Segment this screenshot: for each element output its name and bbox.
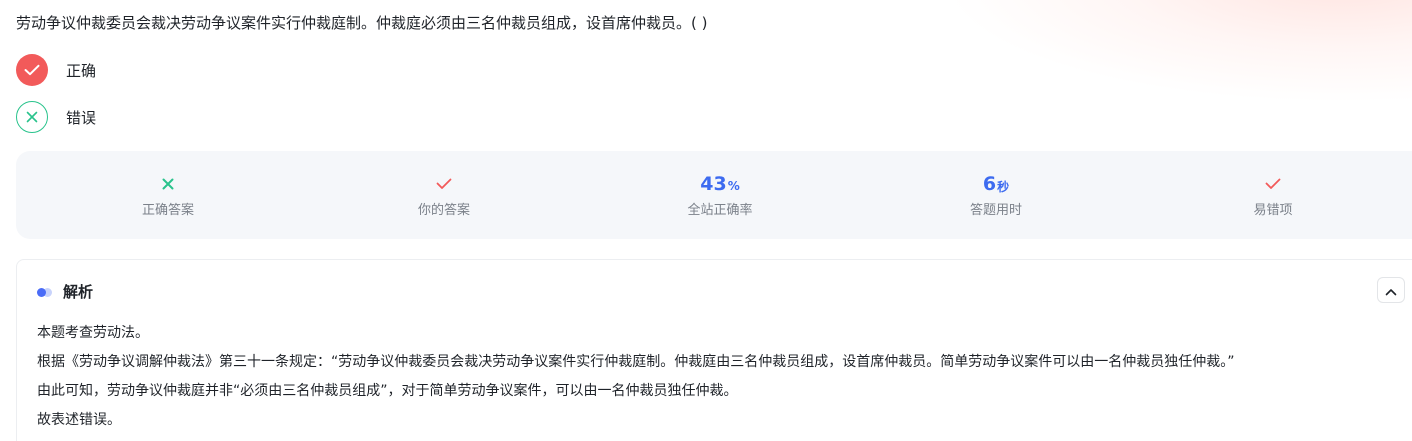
stat-caption: 正确答案 (141, 203, 194, 218)
check-icon (16, 54, 48, 86)
accuracy-unit: % (727, 179, 740, 193)
analysis-line: 故表述错误。 (37, 412, 121, 428)
stat-caption: 全站正确率 (687, 203, 753, 218)
option-false[interactable]: 错误 (16, 100, 96, 134)
stat-accuracy: 43% 全站正确率 (620, 151, 820, 239)
option-false-label: 错误 (66, 108, 97, 127)
stat-caption: 易错项 (1253, 203, 1293, 218)
time-unit: 秒 (997, 179, 1010, 194)
stat-caption: 你的答案 (417, 203, 470, 218)
stat-correct-answer: 正确答案 (68, 151, 268, 239)
option-true-label: 正确 (66, 61, 97, 80)
analysis-body: 本题考查劳动法。 根据《劳动争议调解仲裁法》第三十一条规定：“劳动争议仲裁委员会… (37, 319, 1235, 435)
time-value: 6 (982, 173, 997, 195)
result-stats-panel: 正确答案 你的答案 43% 全站正确率 6秒 答题用时 易错项 (16, 151, 1412, 239)
stat-your-answer: 你的答案 (344, 151, 544, 239)
cross-icon (162, 175, 174, 194)
accuracy-value: 43 (700, 173, 727, 195)
analysis-line: 根据《劳动争议调解仲裁法》第三十一条规定：“劳动争议仲裁委员会裁决劳动争议案件实… (37, 354, 1235, 370)
decorative-glow (952, 0, 1412, 100)
stat-time: 6秒 答题用时 (896, 151, 1096, 239)
question-text: 劳动争议仲裁委员会裁决劳动争议案件实行仲裁庭制。仲裁庭必须由三名仲裁员组成，设首… (16, 14, 708, 32)
analysis-line: 本题考查劳动法。 (37, 325, 149, 341)
analysis-title: 解析 (63, 283, 94, 301)
question-page: 劳动争议仲裁委员会裁决劳动争议案件实行仲裁庭制。仲裁庭必须由三名仲裁员组成，设首… (0, 0, 1412, 441)
analysis-line: 由此可知，劳动争议仲裁庭并非“必须由三名仲裁员组成”，对于简单劳动争议案件，可以… (37, 383, 738, 399)
collapse-button[interactable] (1377, 277, 1405, 303)
stat-error-prone: 易错项 (1173, 151, 1373, 239)
stat-caption: 答题用时 (969, 203, 1022, 218)
check-icon (436, 175, 452, 194)
option-true[interactable]: 正确 (16, 53, 96, 87)
analysis-panel: 解析 本题考查劳动法。 根据《劳动争议调解仲裁法》第三十一条规定：“劳动争议仲裁… (16, 259, 1412, 441)
cross-icon (16, 101, 48, 133)
chevron-up-icon (1385, 281, 1397, 300)
analysis-dots-icon (37, 286, 55, 298)
check-icon (1265, 175, 1281, 194)
analysis-header: 解析 (37, 281, 93, 302)
